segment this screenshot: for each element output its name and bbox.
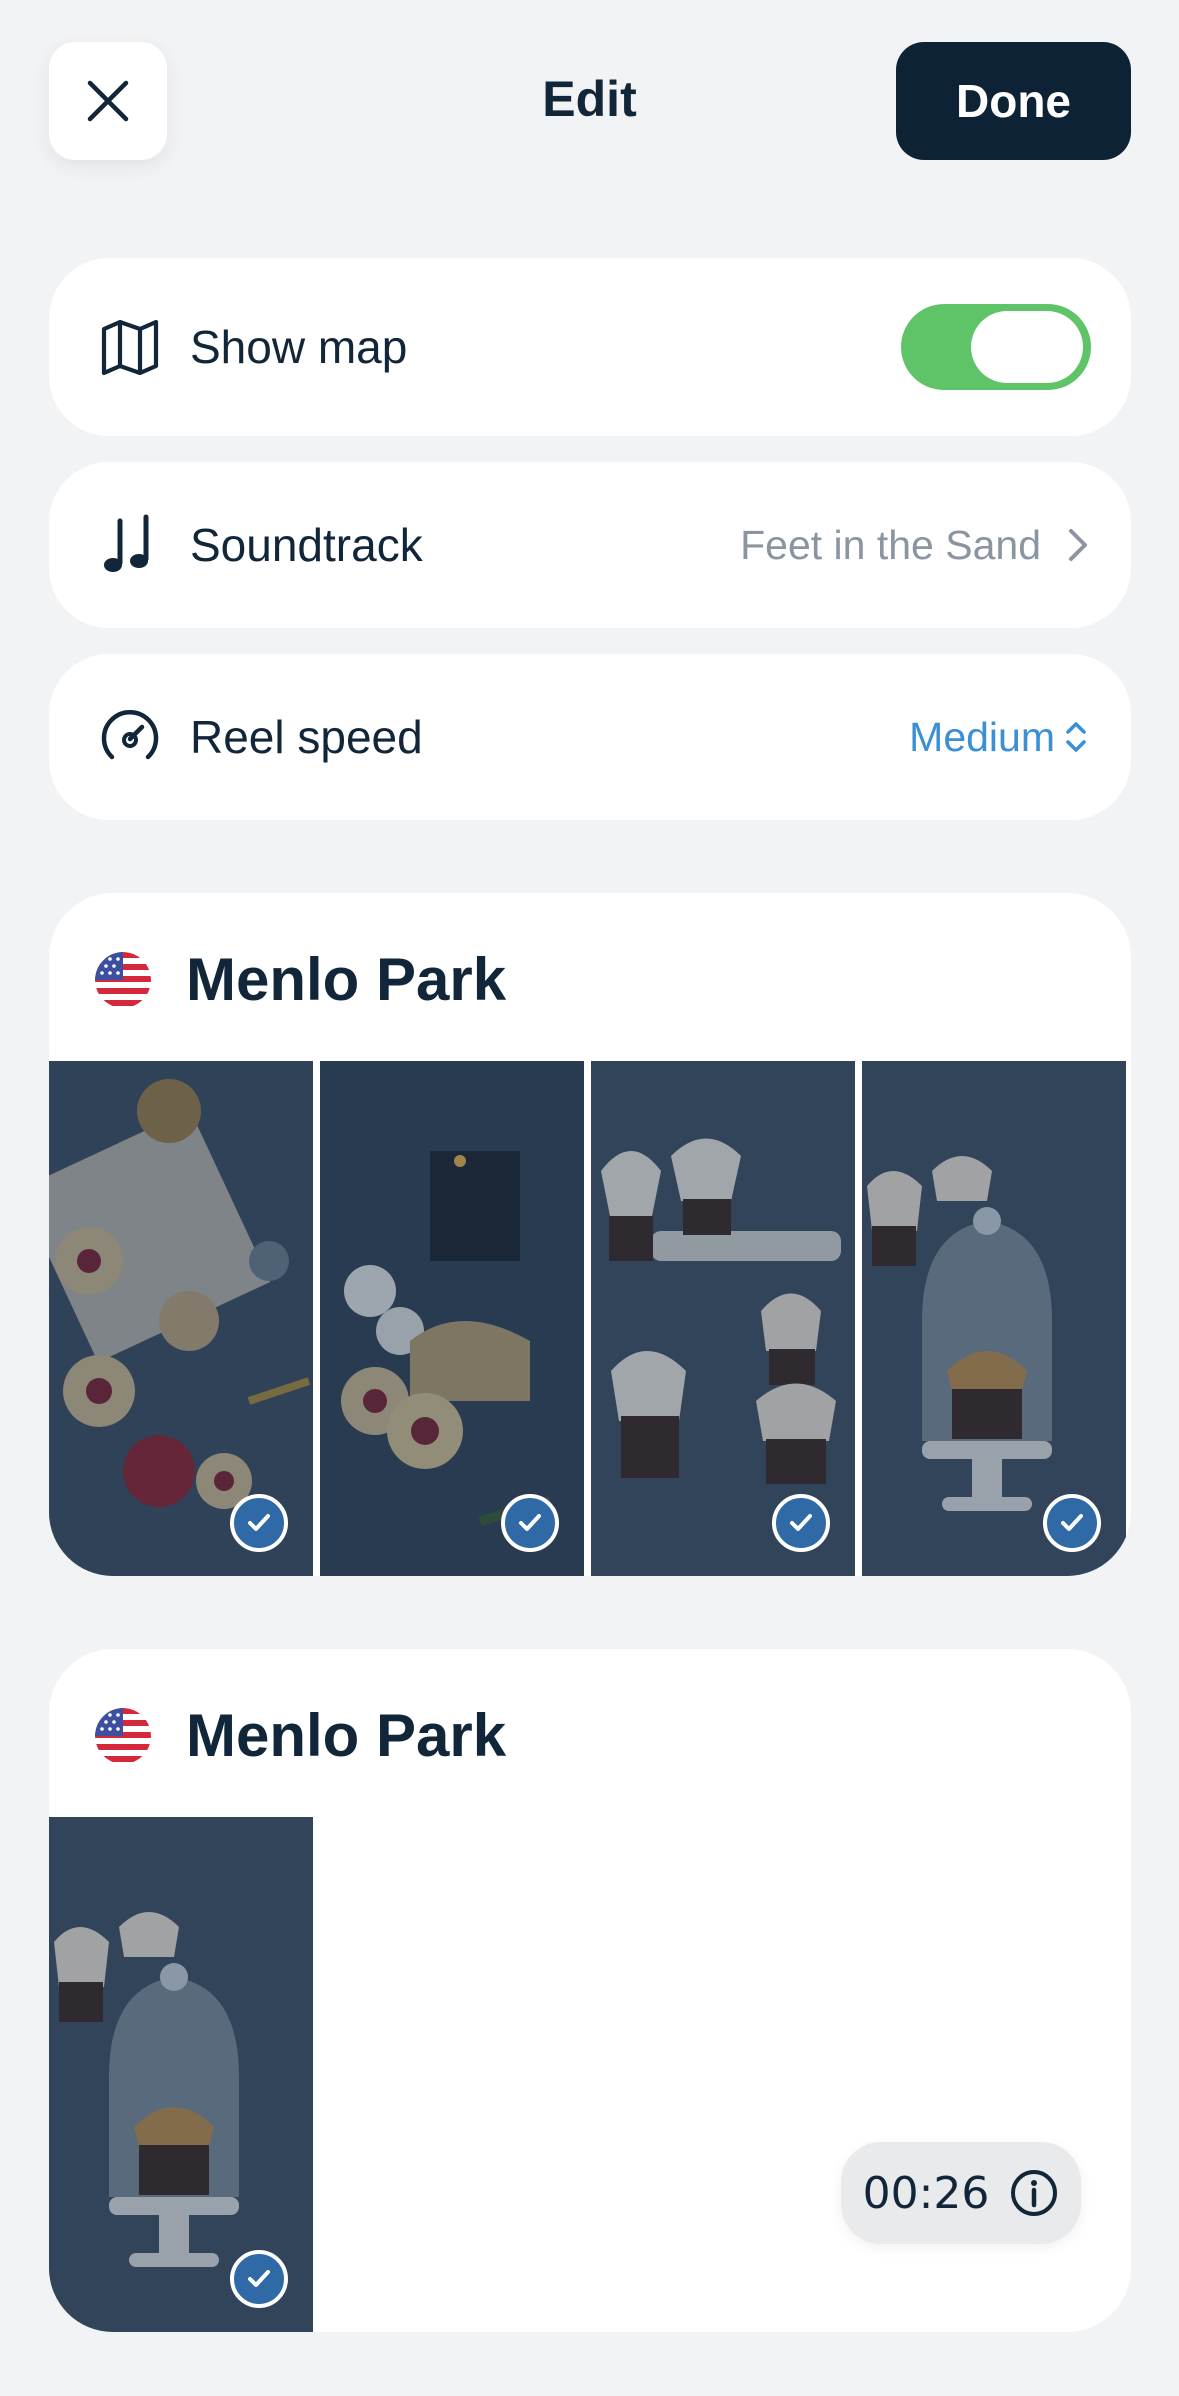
reel-speed-select[interactable]: Medium	[909, 714, 1089, 761]
photo-strip	[49, 1817, 313, 2332]
photo-strip	[49, 1061, 1126, 1576]
photo-thumbnail[interactable]	[320, 1061, 584, 1576]
group-header: Menlo Park	[95, 1701, 506, 1770]
photo-thumbnail[interactable]	[49, 1817, 313, 2332]
reel-speed-label: Reel speed	[190, 711, 423, 763]
selected-check-icon[interactable]	[772, 1494, 830, 1552]
toggle-knob	[971, 311, 1083, 383]
top-bar: Edit Done	[0, 0, 1179, 205]
music-note-icon	[97, 512, 163, 578]
selected-check-icon[interactable]	[230, 2250, 288, 2308]
speedometer-icon	[97, 704, 163, 770]
soundtrack-row[interactable]: Soundtrack Feet in the Sand	[49, 462, 1131, 628]
duration-badge[interactable]: 00:26	[841, 2142, 1081, 2244]
us-flag-icon	[95, 1707, 151, 1764]
reel-speed-row[interactable]: Reel speed Medium	[49, 654, 1131, 820]
reel-speed-value: Medium	[909, 713, 1055, 760]
show-map-label: Show map	[190, 321, 408, 373]
selected-check-icon[interactable]	[1043, 1494, 1101, 1552]
selected-check-icon[interactable]	[230, 1494, 288, 1552]
group-title: Menlo Park	[186, 1702, 507, 1769]
show-map-row[interactable]: Show map	[49, 258, 1131, 436]
photo-thumbnail[interactable]	[862, 1061, 1126, 1576]
chevron-right-icon	[1069, 529, 1087, 561]
duration-time: 00:26	[862, 2167, 990, 2219]
info-icon	[1011, 2170, 1058, 2216]
soundtrack-label: Soundtrack	[190, 519, 423, 571]
us-flag-icon	[95, 951, 151, 1008]
selected-check-icon[interactable]	[501, 1494, 559, 1552]
photo-thumbnail[interactable]	[591, 1061, 855, 1576]
group-title: Menlo Park	[186, 946, 507, 1013]
map-icon	[97, 314, 163, 380]
photo-thumbnail[interactable]	[49, 1061, 313, 1576]
group-header: Menlo Park	[95, 945, 506, 1014]
done-button[interactable]: Done	[896, 42, 1131, 160]
soundtrack-name: Feet in the Sand	[740, 521, 1041, 568]
show-map-toggle[interactable]	[901, 304, 1091, 390]
soundtrack-value: Feet in the Sand	[740, 522, 1089, 569]
location-group: Menlo Park	[49, 893, 1131, 1576]
chevron-up-down-icon	[1066, 722, 1086, 752]
